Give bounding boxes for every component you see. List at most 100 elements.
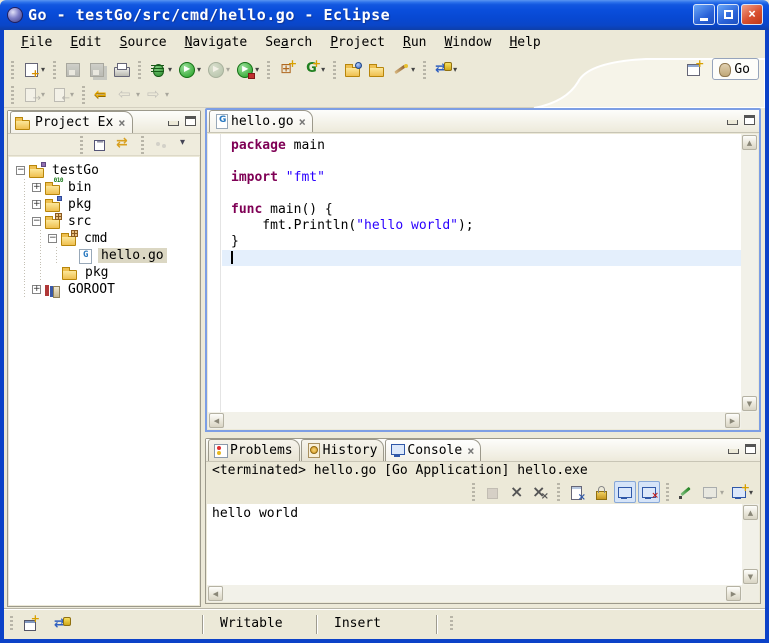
title-bar[interactable]: Go - testGo/src/cmd/hello.go - Eclipse × bbox=[0, 0, 769, 30]
view-menu-button[interactable] bbox=[174, 134, 196, 156]
link-editor-button[interactable] bbox=[113, 134, 135, 156]
tree-item-bin[interactable]: +010bin bbox=[9, 179, 199, 196]
expand-icon[interactable]: + bbox=[32, 285, 41, 294]
print-button[interactable] bbox=[110, 59, 132, 81]
maximize-view-icon[interactable] bbox=[185, 116, 196, 126]
new-fast-view-button[interactable] bbox=[20, 613, 42, 635]
code-line-1[interactable]: package main bbox=[222, 138, 741, 154]
tree-item-testGo[interactable]: −testGo bbox=[9, 162, 199, 179]
minimize-button[interactable] bbox=[693, 4, 715, 25]
show-stderr-button[interactable]: × bbox=[638, 481, 660, 503]
open-resource-button[interactable] bbox=[366, 59, 388, 81]
console-vertical-scrollbar[interactable]: ▲ ▼ bbox=[742, 504, 759, 585]
editor-horizontal-scrollbar[interactable]: ◀ ▶ bbox=[208, 412, 741, 429]
expand-icon[interactable]: + bbox=[32, 183, 41, 192]
perspective-go-button[interactable]: Go bbox=[712, 58, 759, 80]
project-explorer-tab[interactable]: Project Ex × bbox=[10, 111, 133, 133]
collapse-icon[interactable]: − bbox=[32, 217, 41, 226]
collapse-icon[interactable]: − bbox=[48, 234, 57, 243]
open-console-button[interactable]: +▾ bbox=[728, 481, 755, 503]
editor-vertical-scrollbar[interactable]: ▲ ▼ bbox=[741, 134, 758, 412]
tab-history[interactable]: History bbox=[301, 439, 385, 461]
show-stdout-button[interactable] bbox=[614, 481, 636, 503]
dropdown-arrow-icon[interactable]: ▾ bbox=[41, 65, 45, 74]
remove-launch-button[interactable] bbox=[505, 481, 527, 503]
tree-item-src[interactable]: −src bbox=[9, 213, 199, 230]
tab-console[interactable]: Console× bbox=[385, 439, 481, 461]
new-go-element-button[interactable]: ▾ bbox=[300, 59, 327, 81]
dropdown-arrow-icon[interactable]: ▾ bbox=[226, 65, 230, 74]
dropdown-arrow-icon[interactable]: ▾ bbox=[197, 65, 201, 74]
remove-all-button[interactable] bbox=[529, 481, 551, 503]
dropdown-arrow-icon[interactable]: ▾ bbox=[168, 65, 172, 74]
last-edit-button[interactable] bbox=[91, 84, 113, 106]
dropdown-arrow-icon[interactable]: ▾ bbox=[720, 488, 724, 497]
menu-project[interactable]: Project bbox=[321, 33, 394, 52]
dropdown-arrow-icon[interactable]: ▾ bbox=[70, 90, 74, 99]
code-line-5[interactable]: func main() { bbox=[222, 202, 741, 218]
menu-navigate[interactable]: Navigate bbox=[176, 33, 257, 52]
new-go-project-button[interactable] bbox=[276, 59, 298, 81]
code-line-7[interactable]: } bbox=[222, 234, 741, 250]
menu-edit[interactable]: Edit bbox=[61, 33, 110, 52]
mark-brush-button[interactable]: ▾ bbox=[390, 59, 417, 81]
menu-source[interactable]: Source bbox=[111, 33, 176, 52]
dropdown-arrow-icon[interactable]: ▾ bbox=[165, 90, 169, 99]
close-button[interactable]: × bbox=[741, 4, 763, 25]
code-line-6[interactable]: fmt.Println("hello world"); bbox=[222, 218, 741, 234]
scroll-right-icon[interactable]: ▶ bbox=[725, 413, 740, 428]
open-perspective-button[interactable] bbox=[683, 58, 705, 80]
code-line-4[interactable] bbox=[222, 186, 741, 202]
editor-tab-hello-go[interactable]: hello.go × bbox=[209, 110, 313, 132]
new-wizard-button[interactable]: ▾ bbox=[20, 59, 47, 81]
scroll-left-icon[interactable]: ◀ bbox=[209, 413, 224, 428]
scroll-down-icon[interactable]: ▼ bbox=[743, 569, 758, 584]
tab-problems[interactable]: Problems bbox=[208, 439, 300, 461]
clear-console-button[interactable] bbox=[566, 481, 588, 503]
console-output-text[interactable]: hello world bbox=[207, 504, 742, 585]
expand-icon[interactable]: + bbox=[32, 200, 41, 209]
maximize-editor-icon[interactable] bbox=[744, 115, 755, 125]
run-tool-button[interactable]: ▾ bbox=[234, 59, 261, 81]
code-line-2[interactable] bbox=[222, 154, 741, 170]
minimize-view-icon[interactable] bbox=[168, 121, 179, 126]
maximize-console-icon[interactable] bbox=[745, 444, 756, 454]
minimize-editor-icon[interactable] bbox=[727, 120, 738, 125]
swap-views-button[interactable]: ▾ bbox=[432, 59, 459, 81]
scroll-left-icon[interactable]: ◀ bbox=[208, 586, 223, 601]
menu-run[interactable]: Run bbox=[394, 33, 435, 52]
scroll-lock-button[interactable] bbox=[590, 481, 612, 503]
scroll-up-icon[interactable]: ▲ bbox=[742, 135, 757, 150]
close-tab-icon[interactable]: × bbox=[467, 444, 474, 458]
menu-help[interactable]: Help bbox=[500, 33, 549, 52]
maximize-button[interactable] bbox=[717, 4, 739, 25]
code-line-8[interactable] bbox=[222, 250, 741, 266]
restore-view-button[interactable] bbox=[51, 613, 73, 635]
menu-search[interactable]: Search bbox=[256, 33, 321, 52]
dropdown-arrow-icon[interactable]: ▾ bbox=[136, 90, 140, 99]
code-line-3[interactable]: import "fmt" bbox=[222, 170, 741, 186]
menu-window[interactable]: Window bbox=[435, 33, 500, 52]
scroll-down-icon[interactable]: ▼ bbox=[742, 396, 757, 411]
minimize-console-icon[interactable] bbox=[728, 449, 739, 454]
scroll-up-icon[interactable]: ▲ bbox=[743, 505, 758, 520]
tree-item-pkg[interactable]: +pkg bbox=[9, 196, 199, 213]
dropdown-arrow-icon[interactable]: ▾ bbox=[411, 65, 415, 74]
run-button[interactable]: ▾ bbox=[176, 59, 203, 81]
close-view-icon[interactable]: × bbox=[118, 116, 125, 130]
dropdown-arrow-icon[interactable]: ▾ bbox=[41, 90, 45, 99]
collapse-all-button[interactable] bbox=[89, 134, 111, 156]
close-editor-icon[interactable]: × bbox=[299, 115, 306, 129]
code-area[interactable]: package main import "fmt" func main() { fm… bbox=[222, 134, 741, 412]
dropdown-arrow-icon[interactable]: ▾ bbox=[453, 65, 457, 74]
tree-item-hello-go[interactable]: hello.go bbox=[9, 247, 199, 264]
pin-console-button[interactable] bbox=[675, 481, 697, 503]
menu-file[interactable]: File bbox=[12, 33, 61, 52]
console-horizontal-scrollbar[interactable]: ◀ ▶ bbox=[207, 585, 742, 602]
tree-item-GOROOT[interactable]: +GOROOT bbox=[9, 281, 199, 298]
debug-button[interactable]: ▾ bbox=[147, 59, 174, 81]
dropdown-arrow-icon[interactable]: ▾ bbox=[255, 65, 259, 74]
tree-item-cmd[interactable]: −cmd bbox=[9, 230, 199, 247]
tree-item-pkg[interactable]: pkg bbox=[9, 264, 199, 281]
search-folder-button[interactable] bbox=[342, 59, 364, 81]
